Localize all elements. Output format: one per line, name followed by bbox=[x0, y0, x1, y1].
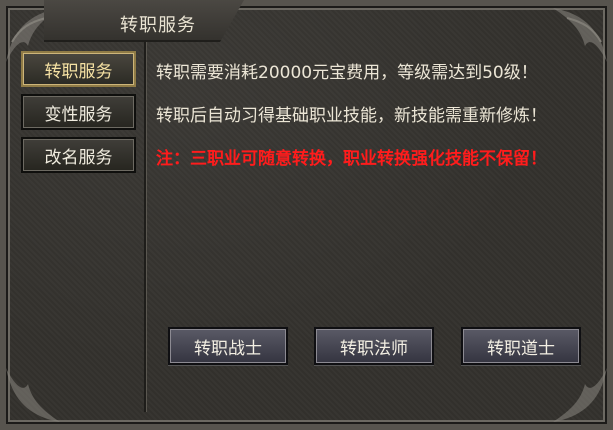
change-to-warrior-button[interactable]: 转职战士 bbox=[168, 327, 288, 365]
sidebar-item-job-change[interactable]: 转职服务 bbox=[21, 51, 136, 87]
sidebar-item-rename[interactable]: 改名服务 bbox=[21, 137, 136, 173]
sidebar-item-gender-change[interactable]: 变性服务 bbox=[21, 94, 136, 130]
change-to-taoist-button[interactable]: 转职道士 bbox=[461, 327, 581, 365]
warning-note-text: 注：三职业可随意转换，职业转换强化技能不保留！ bbox=[156, 149, 547, 169]
cost-requirement-text: 转职需要消耗20000元宝费用，等级需达到50级！ bbox=[156, 63, 538, 83]
change-to-mage-button[interactable]: 转职法师 bbox=[314, 327, 434, 365]
window-title: 转职服务 bbox=[120, 15, 196, 36]
skill-info-text: 转职后自动习得基础职业技能，新技能需重新修炼！ bbox=[156, 106, 547, 126]
